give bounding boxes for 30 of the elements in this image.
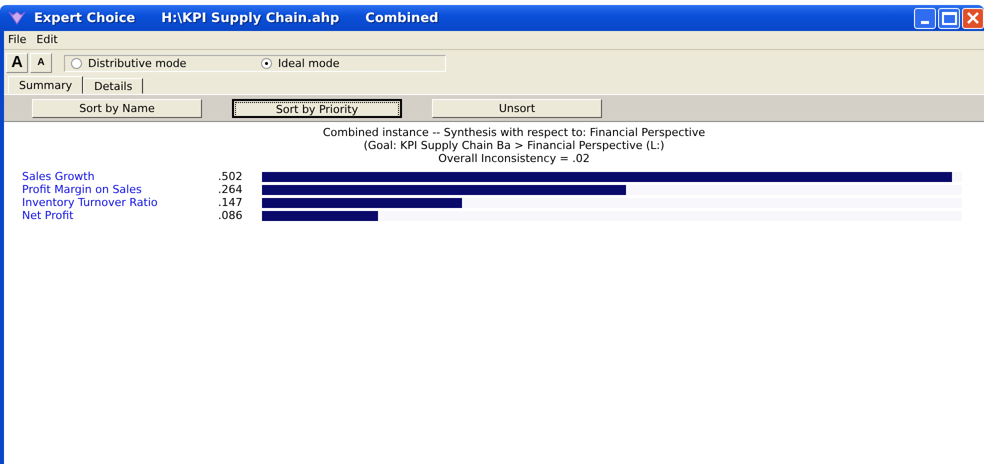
close-button[interactable] <box>962 8 984 28</box>
priority-value: .147 <box>218 196 244 209</box>
decrease-font-button[interactable]: A <box>30 53 52 73</box>
window-title: Expert Choice <box>34 10 136 26</box>
window-title: H:\KPI Supply Chain.ahp <box>161 10 340 26</box>
close-icon <box>965 10 981 26</box>
maximize-button[interactable] <box>938 8 960 28</box>
menu-item[interactable]: Edit <box>36 33 58 47</box>
sort-button[interactable]: Sort by Name <box>32 99 202 118</box>
diamond-logo-icon <box>8 11 26 25</box>
priority-value: .086 <box>218 209 244 222</box>
priority-value: .502 <box>218 170 244 183</box>
priority-value: .264 <box>218 183 244 196</box>
increase-font-button[interactable]: A <box>6 53 28 73</box>
tab[interactable]: Summary <box>8 76 84 94</box>
minimize-button[interactable] <box>914 8 936 28</box>
criterion-name: Inventory Turnover Ratio <box>21 196 159 209</box>
mode-radio[interactable]: Ideal mode <box>255 56 445 70</box>
tab[interactable]: Details <box>83 78 144 94</box>
mode-radio[interactable]: Distributive mode <box>65 56 255 70</box>
synthesis-header: Overall Inconsistency = .02 <box>438 152 590 165</box>
criterion-name: Sales Growth <box>21 170 96 183</box>
synthesis-header: (Goal: KPI Supply Chain Ba > Financial Perspective (L:) <box>364 139 664 152</box>
window-title: Combined <box>365 10 438 26</box>
synthesis-header: Combined instance -- Synthesis with respect to: Financial Perspective <box>322 126 706 139</box>
menu-item[interactable]: File <box>8 33 26 47</box>
criterion-name: Profit Margin on Sales <box>21 183 143 196</box>
sort-button[interactable]: Sort by Priority <box>232 99 402 118</box>
sort-button[interactable]: Unsort <box>432 99 602 118</box>
criterion-name: Net Profit <box>21 209 74 222</box>
